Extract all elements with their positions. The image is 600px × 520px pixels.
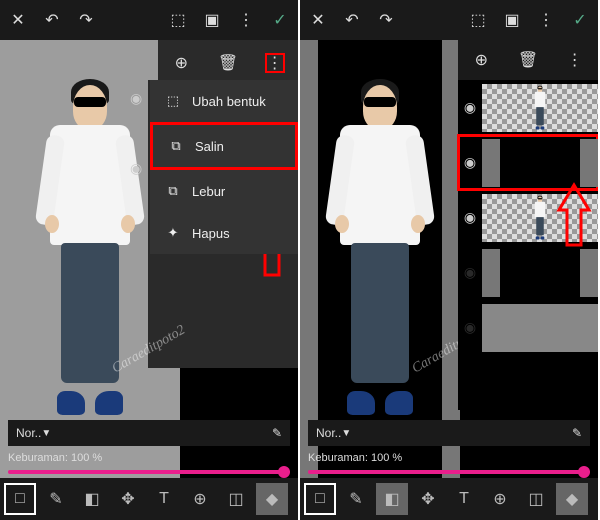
layer-thumbnail <box>482 304 598 352</box>
tool-move[interactable]: ✥ <box>412 483 444 515</box>
tool-layers[interactable]: ◆ <box>556 483 588 515</box>
tool-image[interactable]: ◫ <box>520 483 552 515</box>
bottom-toolbar: □ ✎ ◧ ✥ T ⊕ ◫ ◆ <box>300 478 598 520</box>
tool-text[interactable]: T <box>448 483 480 515</box>
undo-icon[interactable]: ↶ <box>342 10 362 30</box>
undo-icon[interactable]: ↶ <box>42 10 62 30</box>
tool-brush[interactable]: ✎ <box>40 483 72 515</box>
blend-mode-label: Nor.. <box>316 426 341 440</box>
opacity-row: Keburaman: 100 % <box>308 452 590 474</box>
close-icon[interactable]: ✕ <box>8 10 28 30</box>
visibility-icon[interactable]: ◉ <box>458 99 482 116</box>
blend-mode-label: Nor.. <box>16 426 41 440</box>
visibility-icon[interactable]: ◉ <box>130 90 142 107</box>
layer-row[interactable]: ◉ <box>458 300 598 355</box>
opacity-value: 100 % <box>371 452 402 464</box>
transform-icon: ⬚ <box>164 92 182 110</box>
crop-icon[interactable]: ⬚ <box>468 10 488 30</box>
tool-image[interactable]: ◫ <box>220 483 252 515</box>
layer-more-icon[interactable]: ⋮ <box>265 53 285 73</box>
visibility-icon[interactable]: ◉ <box>130 160 142 177</box>
tool-layers[interactable]: ◆ <box>256 483 288 515</box>
brush-icon[interactable]: ✎ <box>572 426 582 440</box>
visibility-icon[interactable]: ◉ <box>458 319 482 336</box>
trash-icon[interactable]: 🗑 <box>518 50 538 70</box>
opacity-slider[interactable] <box>8 470 290 474</box>
tool-add[interactable]: ⊕ <box>184 483 216 515</box>
more-icon[interactable]: ⋮ <box>236 10 256 30</box>
opacity-label: Keburaman: <box>308 452 368 464</box>
menu-merge[interactable]: ⧉ Lebur <box>150 170 298 212</box>
merge-icon: ⧉ <box>164 182 182 200</box>
opacity-row: Keburaman: 100 % <box>8 452 290 474</box>
person-figure <box>325 85 435 415</box>
trash-icon[interactable]: 🗑 <box>218 53 238 73</box>
opacity-label: Keburaman: <box>8 452 68 464</box>
tool-eraser[interactable]: ◧ <box>76 483 108 515</box>
edited-photo <box>300 40 460 478</box>
person-figure <box>35 85 145 415</box>
screenshot-right: ✕ ↶ ↷ ⬚ ▣ ⋮ ✓ Caraeditpoto2 <box>300 0 598 520</box>
tool-text[interactable]: T <box>148 483 180 515</box>
top-toolbar: ✕ ↶ ↷ ⬚ ▣ ⋮ ✓ <box>0 0 298 40</box>
tool-shape[interactable]: □ <box>4 483 36 515</box>
menu-delete[interactable]: ✦ Hapus <box>150 212 298 254</box>
top-toolbar: ✕ ↶ ↷ ⬚ ▣ ⋮ ✓ <box>300 0 598 40</box>
opacity-slider[interactable] <box>308 470 590 474</box>
copy-icon: ⧉ <box>167 137 185 155</box>
close-icon[interactable]: ✕ <box>308 10 328 30</box>
delete-icon: ✦ <box>164 224 182 242</box>
layer-row[interactable]: ◉ <box>458 245 598 300</box>
blend-mode-row[interactable]: Nor.. ▼ ✎ <box>308 420 590 446</box>
bottom-toolbar: □ ✎ ◧ ✥ T ⊕ ◫ ◆ <box>0 478 298 520</box>
check-icon[interactable]: ✓ <box>570 10 590 30</box>
visibility-icon[interactable]: ◉ <box>458 154 482 171</box>
tool-eraser[interactable]: ◧ <box>376 483 408 515</box>
visibility-icon[interactable]: ◉ <box>458 264 482 281</box>
menu-label: Hapus <box>192 226 230 241</box>
context-menu: ⬚ Ubah bentuk ⧉ Salin ⧉ Lebur ✦ Hapus <box>150 80 298 254</box>
tool-move[interactable]: ✥ <box>112 483 144 515</box>
redo-icon[interactable]: ↷ <box>76 10 96 30</box>
add-layer-icon[interactable]: ⊕ <box>171 53 191 73</box>
layer-row[interactable]: ◉ <box>458 80 598 135</box>
check-icon[interactable]: ✓ <box>270 10 290 30</box>
menu-transform[interactable]: ⬚ Ubah bentuk <box>150 80 298 122</box>
visibility-icon[interactable]: ◉ <box>458 209 482 226</box>
tool-brush[interactable]: ✎ <box>340 483 372 515</box>
crop-icon[interactable]: ⬚ <box>168 10 188 30</box>
tool-shape[interactable]: □ <box>304 483 336 515</box>
layer-thumbnail <box>482 249 598 297</box>
redo-icon[interactable]: ↷ <box>376 10 396 30</box>
menu-label: Lebur <box>192 184 225 199</box>
camera-icon[interactable]: ▣ <box>502 10 522 30</box>
menu-copy[interactable]: ⧉ Salin <box>150 122 298 170</box>
opacity-value: 100 % <box>71 452 102 464</box>
layer-more-icon[interactable]: ⋮ <box>565 50 585 70</box>
add-layer-icon[interactable]: ⊕ <box>471 50 491 70</box>
tool-add[interactable]: ⊕ <box>484 483 516 515</box>
layer-thumbnail <box>482 84 598 132</box>
menu-label: Ubah bentuk <box>192 94 266 109</box>
annotation-arrow <box>554 180 594 250</box>
menu-label: Salin <box>195 139 224 154</box>
screenshot-left: ✕ ↶ ↷ ⬚ ▣ ⋮ ✓ Caraeditpoto2 <box>0 0 298 520</box>
brush-icon[interactable]: ✎ <box>272 426 282 440</box>
more-icon[interactable]: ⋮ <box>536 10 556 30</box>
camera-icon[interactable]: ▣ <box>202 10 222 30</box>
blend-mode-row[interactable]: Nor.. ▼ ✎ <box>8 420 290 446</box>
